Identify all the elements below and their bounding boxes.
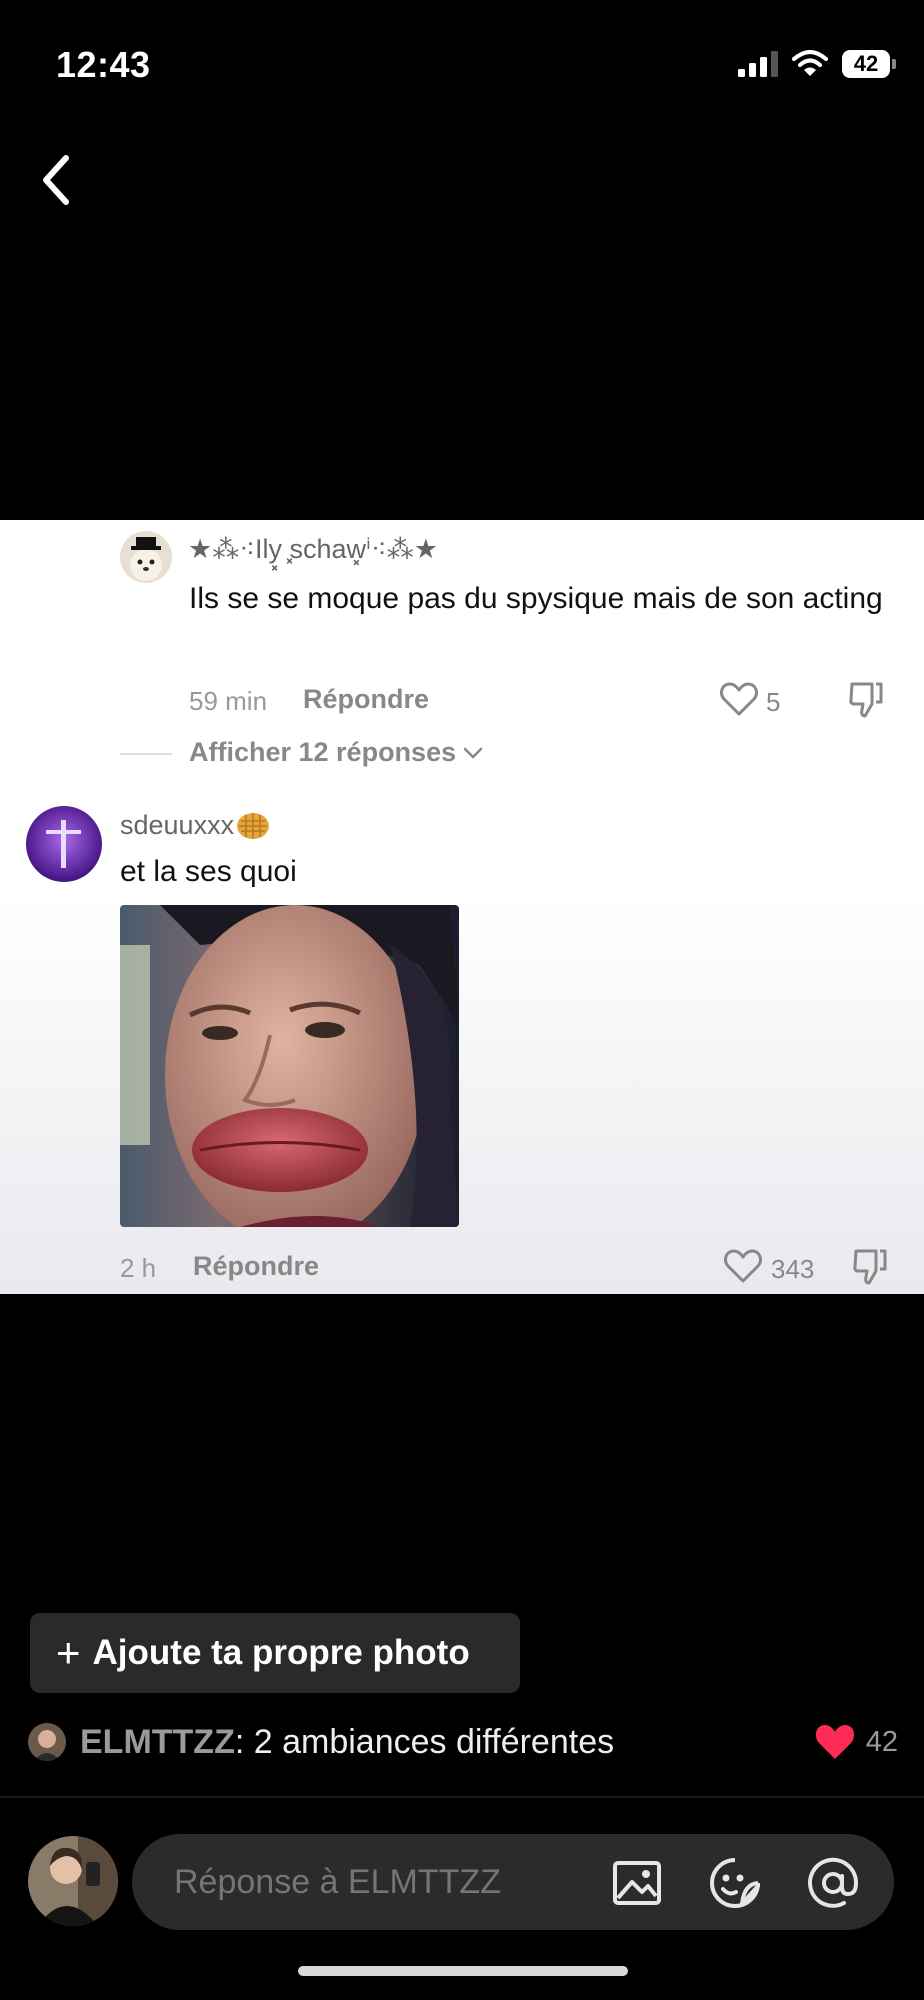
- heart-filled-icon[interactable]: [814, 1723, 856, 1761]
- dislike-icon[interactable]: [848, 680, 884, 720]
- view-replies-label: Afficher 12 réponses: [189, 737, 457, 767]
- like-count: 5: [766, 687, 781, 717]
- comment-text: et la ses quoi: [120, 855, 297, 888]
- like-count: 343: [771, 1254, 815, 1284]
- signal-icon: [738, 51, 778, 77]
- battery-level: 42: [842, 50, 890, 78]
- comment-username: sdeuuxxx: [120, 810, 235, 840]
- caption-text: : 2 ambiances différentes: [234, 1722, 615, 1761]
- avatar[interactable]: [120, 531, 172, 583]
- home-indicator: [298, 1966, 628, 1976]
- reply-input-bar: [132, 1834, 894, 1930]
- comments-panel: ★⁂⁖Ily͓ ͓schaw͓ⁱ⁖⁂★ Ils se se moque pas …: [0, 520, 924, 1294]
- emoji-sticker-icon[interactable]: [708, 1856, 762, 1910]
- plus-icon: +: [56, 1629, 81, 1676]
- dislike-icon[interactable]: [852, 1247, 888, 1287]
- heart-outline-icon[interactable]: [724, 1248, 762, 1284]
- comment-image[interactable]: [120, 905, 459, 1227]
- reply-button[interactable]: Répondre: [303, 684, 429, 715]
- view-replies-button[interactable]: Afficher 12 réponses: [189, 737, 484, 768]
- comment-time: 59 min: [189, 686, 268, 716]
- comment-username[interactable]: ★⁂⁖Ily͓ ͓schaw͓ⁱ⁖⁂★: [188, 534, 438, 565]
- add-photo-button[interactable]: + Ajoute ta propre photo: [30, 1613, 520, 1693]
- caption-username[interactable]: ELMTTZZ: [80, 1723, 235, 1762]
- reply-button[interactable]: Répondre: [193, 1251, 319, 1282]
- image-icon[interactable]: [612, 1860, 662, 1906]
- add-photo-label: Ajoute ta propre photo: [92, 1633, 470, 1672]
- battery-icon: 42: [842, 50, 896, 78]
- comment-time: 2 h: [120, 1253, 157, 1283]
- divider: [120, 753, 172, 755]
- status-time: 12:43: [56, 44, 151, 85]
- back-chevron-icon[interactable]: [36, 150, 76, 210]
- status-icons: 42: [738, 50, 896, 78]
- chevron-down-icon: [463, 747, 483, 759]
- caption-like-count: 42: [865, 1725, 898, 1758]
- comment-text: Ils se se moque pas du spysique mais de …: [189, 582, 883, 615]
- reply-input[interactable]: [174, 1834, 594, 1930]
- post-caption: ELMTTZZ : 2 ambiances différentes 42: [28, 1720, 898, 1764]
- wifi-icon: [792, 50, 828, 76]
- waffle-emoji-icon: [237, 812, 270, 839]
- avatar[interactable]: [28, 1723, 66, 1761]
- avatar[interactable]: [28, 1836, 118, 1926]
- comment-username-row[interactable]: sdeuuxxx: [120, 810, 270, 841]
- divider: [0, 1796, 924, 1798]
- avatar[interactable]: [26, 806, 102, 882]
- heart-outline-icon[interactable]: [720, 681, 758, 717]
- mention-icon[interactable]: [806, 1856, 860, 1910]
